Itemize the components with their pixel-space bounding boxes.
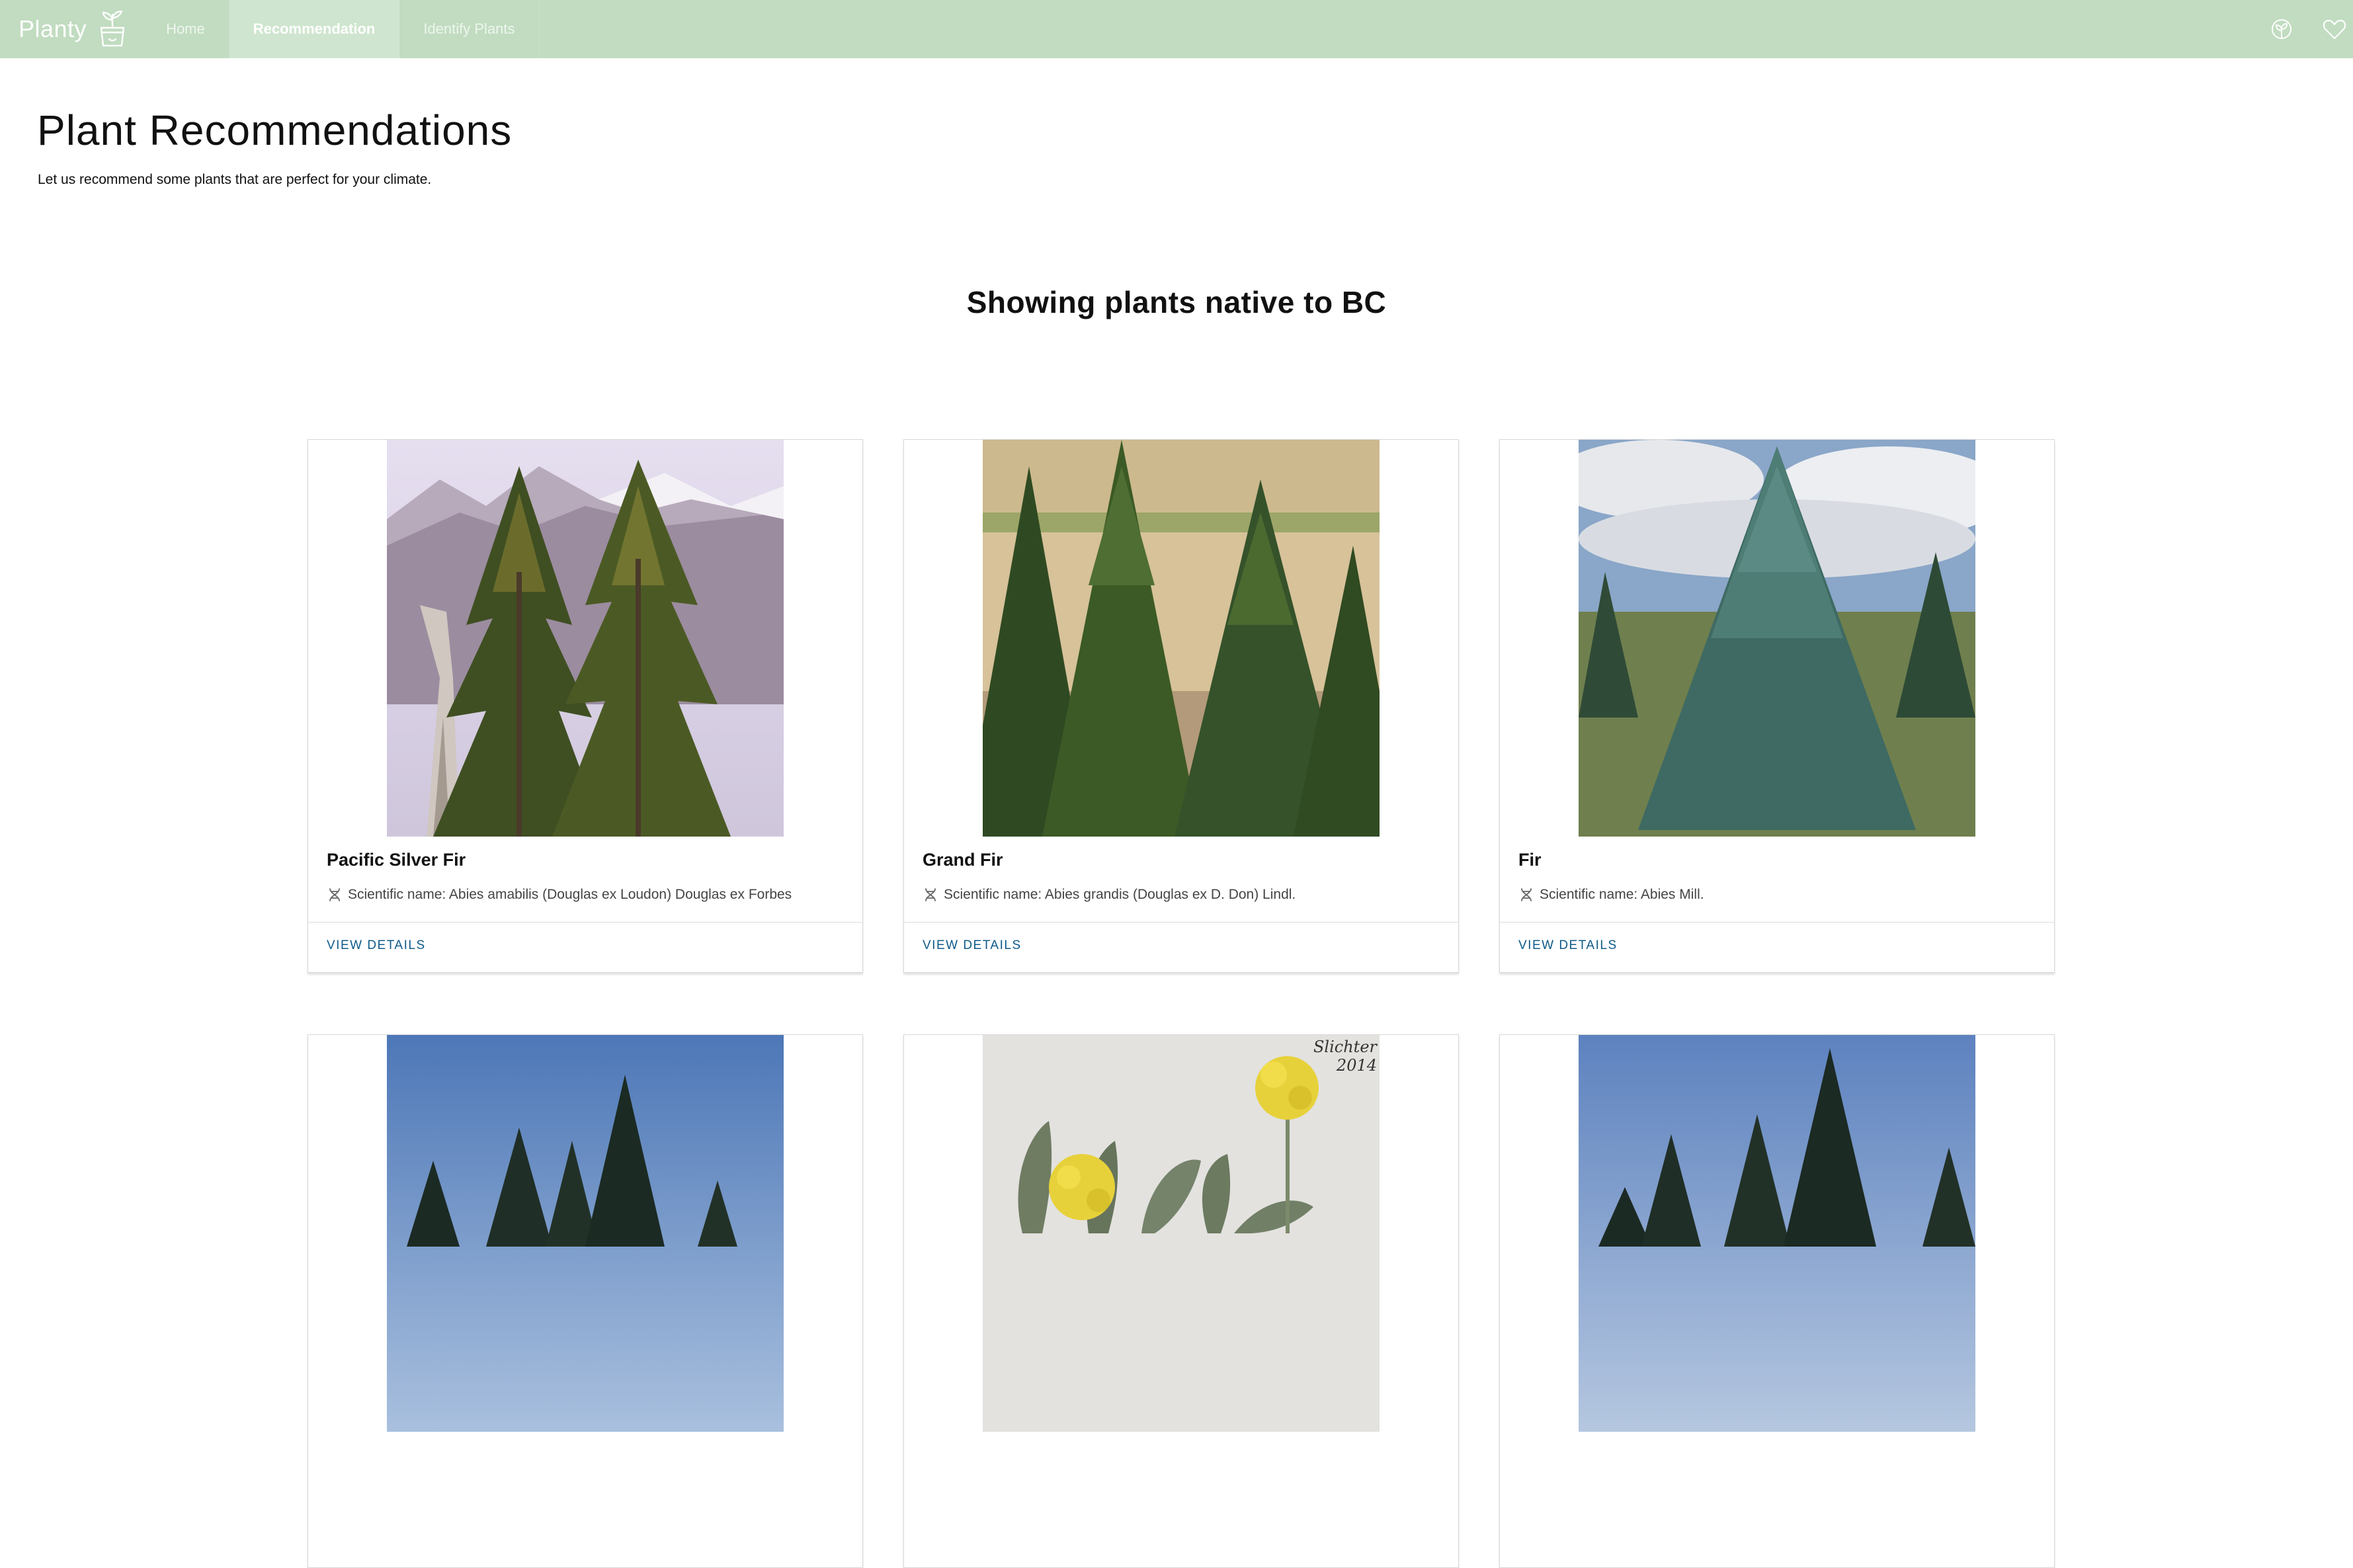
plant-name: Fir: [1518, 850, 1542, 870]
plant-photo[interactable]: Slichter 2014: [983, 1035, 1380, 1432]
view-details-button[interactable]: VIEW DETAILS: [923, 938, 1022, 953]
card-divider: [308, 922, 862, 923]
plant-photo[interactable]: [1579, 440, 1975, 837]
nav-item-recommendation[interactable]: Recommendation: [229, 0, 400, 58]
nav-item-identify-plants[interactable]: Identify Plants: [399, 0, 540, 58]
dna-icon: [925, 888, 936, 901]
page-title: Plant Recommendations: [37, 106, 513, 154]
seedling-icon[interactable]: [2268, 16, 2295, 42]
scientific-name-row: Scientific name: Abies Mill.: [1518, 887, 1704, 903]
section-title: Showing plants native to BC: [966, 285, 1387, 319]
nav-item-label: Identify Plants: [423, 21, 515, 37]
plant-name: Grand Fir: [923, 850, 1003, 870]
plant-photo-image: [387, 1035, 784, 1432]
plant-photo[interactable]: [1579, 1035, 1975, 1432]
scientific-name: Scientific name: Abies amabilis (Douglas…: [348, 887, 792, 902]
page-subtitle: Let us recommend some plants that are pe…: [38, 172, 432, 187]
plant-name: Pacific Silver Fir: [327, 850, 466, 870]
plant-photo[interactable]: [387, 440, 784, 837]
plant-photo[interactable]: [387, 1035, 784, 1432]
heart-icon[interactable]: [2321, 16, 2348, 42]
scientific-name-row: Scientific name: Abies grandis (Douglas …: [923, 887, 1296, 903]
plant-card: Grand Fir Scientific name: Abies grandis…: [903, 439, 1459, 973]
brand-name: Planty: [19, 15, 87, 42]
view-details-button[interactable]: VIEW DETAILS: [1518, 938, 1618, 953]
dna-icon: [1521, 888, 1532, 901]
plant-photo-image: [387, 440, 784, 837]
plant-photo-image: [983, 440, 1380, 837]
plant-photo-image: [1579, 440, 1975, 837]
nav-item-label: Recommendation: [253, 21, 376, 37]
photo-watermark: Slichter 2014: [1313, 1038, 1377, 1075]
top-navbar: Planty Home Recommendation Identify Plan…: [0, 0, 2353, 58]
nav-item-label: Home: [166, 21, 205, 37]
brand[interactable]: Planty: [0, 0, 128, 58]
plant-photo-image: [1579, 1035, 1975, 1432]
dna-icon: [329, 888, 340, 901]
main-nav: Home Recommendation Identify Plants: [142, 0, 540, 58]
view-details-button[interactable]: VIEW DETAILS: [327, 938, 426, 953]
scientific-name-row: Scientific name: Abies amabilis (Douglas…: [327, 887, 792, 903]
plant-photo-image: [983, 1035, 1380, 1432]
card-divider: [904, 922, 1458, 923]
top-icons: [2268, 0, 2353, 58]
plant-photo[interactable]: [983, 440, 1380, 837]
scientific-name: Scientific name: Abies grandis (Douglas …: [944, 887, 1296, 902]
plant-card: [308, 1034, 863, 1568]
plant-card: Pacific Silver Fir Scientific name: Abie…: [308, 439, 863, 973]
plant-card: Slichter 2014: [903, 1034, 1459, 1568]
plant-card: Fir Scientific name: Abies Mill. VIEW DE…: [1499, 439, 2055, 973]
potted-sprout-icon: [100, 11, 125, 47]
card-divider: [1500, 922, 2054, 923]
nav-item-home[interactable]: Home: [142, 0, 229, 58]
plant-card: [1499, 1034, 2055, 1568]
scientific-name: Scientific name: Abies Mill.: [1540, 887, 1704, 902]
